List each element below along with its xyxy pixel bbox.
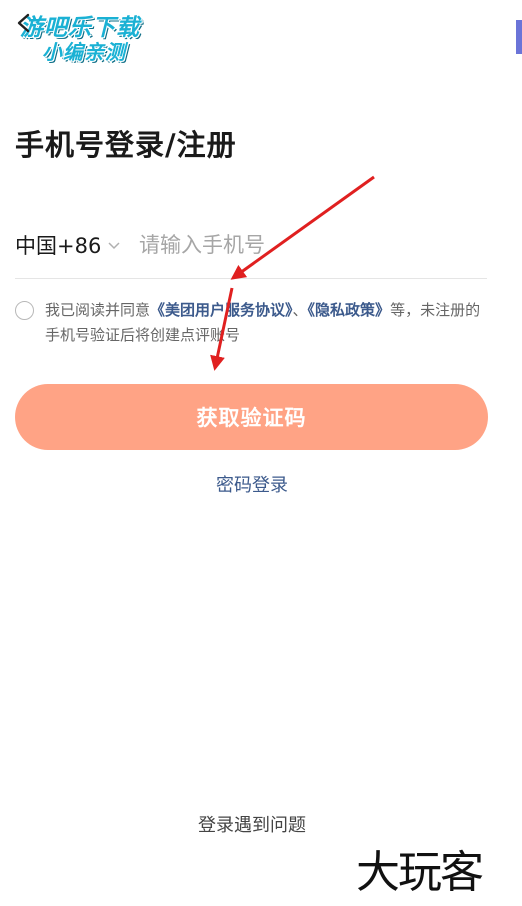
agreement-text: 我已阅读并同意《美团用户服务协议》、《隐私政策》等，未注册的手机号验证后将创建点… [45,298,490,348]
agreement-separator: 、 [292,301,308,319]
chevron-down-icon [108,242,120,250]
back-button[interactable] [14,12,36,34]
agree-checkbox[interactable] [15,301,34,320]
login-help-link[interactable]: 登录遇到问题 [0,811,504,837]
privacy-policy-link[interactable]: 《隐私政策》 [308,301,391,319]
phone-input[interactable] [139,226,479,264]
password-login-link[interactable]: 密码登录 [0,471,504,497]
get-code-button[interactable]: 获取验证码 [15,384,488,450]
page-title: 手机号登录/注册 [15,128,237,162]
watermark-bottom: 大玩客 [356,847,484,898]
country-code-selector[interactable]: 中国+86 [15,230,121,260]
country-code-label: 中国+86 [15,234,102,258]
edge-indicator [516,20,522,54]
back-arrow-icon [17,13,30,33]
agreement-prefix: 我已阅读并同意 [45,301,151,319]
user-agreement-link[interactable]: 《美团用户服务协议》 [150,301,293,319]
phone-row: 中国+86 [15,226,487,279]
watermark-line2: 小编亲测 [42,40,126,64]
